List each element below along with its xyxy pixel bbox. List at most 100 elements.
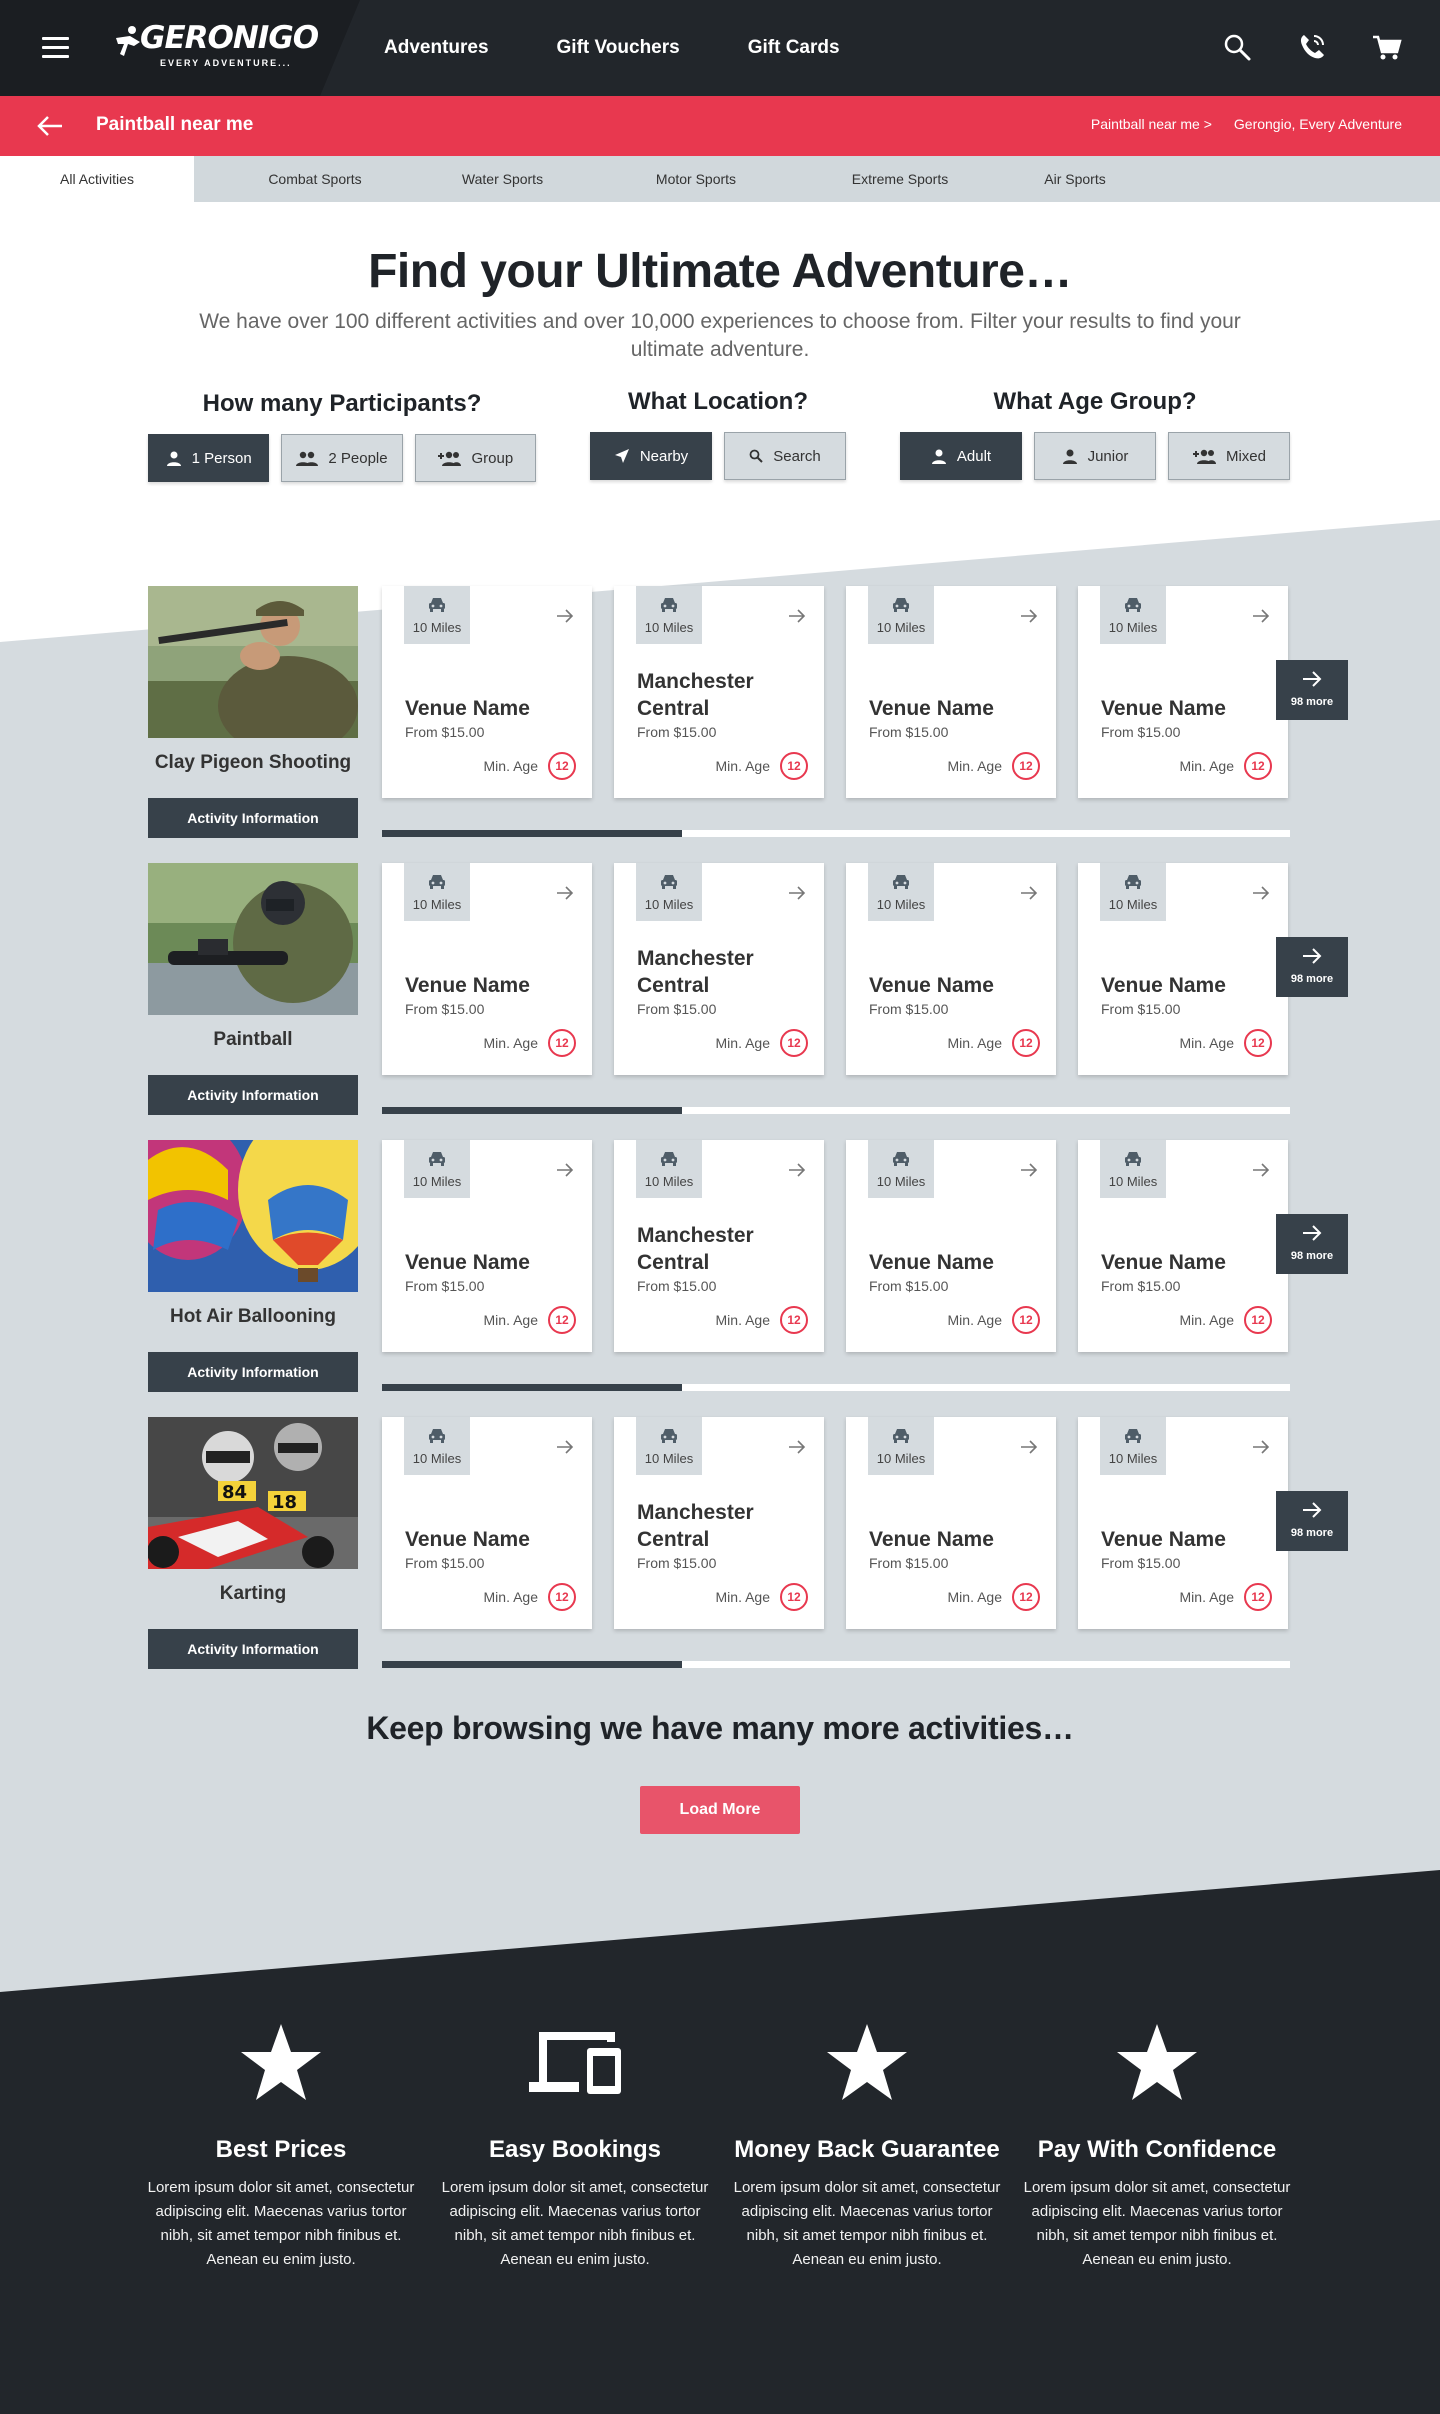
activity-image[interactable] xyxy=(148,586,358,738)
two-people-button[interactable]: 2 People xyxy=(281,434,403,482)
activity-information-button[interactable]: Activity Information xyxy=(148,1629,358,1669)
min-age-badge: 12 xyxy=(780,752,808,780)
distance-badge: 10 Miles xyxy=(404,586,470,644)
min-age-badge: 12 xyxy=(1244,1583,1272,1611)
carousel-scroll-thumb[interactable] xyxy=(382,830,682,837)
tab-water-sports[interactable]: Water Sports xyxy=(430,156,575,202)
distance-badge: 10 Miles xyxy=(868,863,934,921)
venue-card[interactable]: 10 Miles Venue Name From $15.00 Min. Age 12 xyxy=(846,1417,1056,1629)
venue-card[interactable]: 10 Miles Manchester Central From $15.00 Min… xyxy=(614,1417,824,1629)
nearby-button[interactable]: Nearby xyxy=(590,432,712,480)
min-age-badge: 12 xyxy=(780,1583,808,1611)
venue-card[interactable]: 10 Miles Venue Name From $15.00 Min. Age 12 xyxy=(1078,1140,1288,1352)
activity-information-button[interactable]: Activity Information xyxy=(148,1352,358,1392)
junior-button[interactable]: Junior xyxy=(1034,432,1156,480)
min-age-label: Min. Age xyxy=(1179,1312,1234,1328)
min-age-label: Min. Age xyxy=(483,1035,538,1051)
breadcrumb-item[interactable]: Gerongio, Every Adventure xyxy=(1234,116,1402,132)
venue-card[interactable]: 10 Miles Venue Name From $15.00 Min. Age 12 xyxy=(846,586,1056,798)
star-icon xyxy=(241,2024,321,2100)
arrow-right-icon xyxy=(557,609,574,623)
hero-title: Find your Ultimate Adventure… xyxy=(368,245,1072,298)
activity-image[interactable] xyxy=(148,1140,358,1292)
tab-combat-sports[interactable]: Combat Sports xyxy=(240,156,390,202)
venue-price: From $15.00 xyxy=(405,1555,485,1571)
mixed-button[interactable]: Mixed xyxy=(1168,432,1290,480)
carousel-scrollbar[interactable] xyxy=(382,1384,1290,1391)
min-age-badge: 12 xyxy=(780,1306,808,1334)
menu-icon[interactable] xyxy=(42,37,69,59)
carousel-scrollbar[interactable] xyxy=(382,830,1290,837)
search-icon[interactable] xyxy=(1222,32,1252,62)
distance-badge: 10 Miles xyxy=(636,1140,702,1198)
venue-card[interactable]: 10 Miles Venue Name From $15.00 Min. Age 12 xyxy=(382,586,592,798)
more-venues-count: 98 more xyxy=(1290,1250,1334,1262)
venue-card[interactable]: 10 Miles Venue Name From $15.00 Min. Age 12 xyxy=(846,863,1056,1075)
distance-text: 10 Miles xyxy=(876,1174,926,1189)
venue-card[interactable]: 10 Miles Venue Name From $15.00 Min. Age 12 xyxy=(382,1417,592,1629)
venue-card[interactable]: 10 Miles Venue Name From $15.00 Min. Age 12 xyxy=(1078,863,1288,1075)
tab-air-sports[interactable]: Air Sports xyxy=(1030,156,1120,202)
venue-name: Venue Name xyxy=(869,1251,994,1274)
category-tabs: All Activities Combat Sports Water Sport… xyxy=(0,156,1440,202)
venue-name: Venue Name xyxy=(1101,1251,1226,1274)
venue-card[interactable]: 10 Miles Manchester Central From $15.00 Min… xyxy=(614,863,824,1075)
distance-badge: 10 Miles xyxy=(868,1140,934,1198)
venue-card[interactable]: 10 Miles Venue Name From $15.00 Min. Age 12 xyxy=(1078,1417,1288,1629)
arrow-right-icon xyxy=(1303,1502,1322,1518)
breadcrumb-item[interactable]: Paintball near me > xyxy=(1091,116,1212,132)
car-icon xyxy=(893,1152,909,1166)
back-arrow-icon[interactable] xyxy=(36,114,64,138)
activity-row-karting: 84 18 Karting Activity Information 10 Miles V… xyxy=(148,1417,1348,1677)
distance-badge: 10 Miles xyxy=(1100,1417,1166,1475)
venue-card[interactable]: 10 Miles Venue Name From $15.00 Min. Age 12 xyxy=(382,1140,592,1352)
load-more-button[interactable]: Load More xyxy=(640,1786,800,1834)
venue-name: Venue Name xyxy=(869,974,994,997)
venue-card[interactable]: 10 Miles Venue Name From $15.00 Min. Age 12 xyxy=(1078,586,1288,798)
search-location-button[interactable]: Search xyxy=(724,432,846,480)
activity-image[interactable]: 84 18 xyxy=(148,1417,358,1569)
venue-price: From $15.00 xyxy=(1101,1001,1181,1017)
more-venues-button[interactable]: 98 more xyxy=(1276,660,1348,720)
logo[interactable]: GERONIGO EVERY ADVENTURE... xyxy=(112,20,319,72)
min-age-badge: 12 xyxy=(1012,1306,1040,1334)
more-venues-button[interactable]: 98 more xyxy=(1276,1491,1348,1551)
activity-image[interactable] xyxy=(148,863,358,1015)
distance-badge: 10 Miles xyxy=(1100,586,1166,644)
venue-card[interactable]: 10 Miles Venue Name From $15.00 Min. Age 12 xyxy=(382,863,592,1075)
venue-card[interactable]: 10 Miles Manchester Central From $15.00 Min… xyxy=(614,1140,824,1352)
more-venues-button[interactable]: 98 more xyxy=(1276,1214,1348,1274)
nav-gift-cards[interactable]: Gift Cards xyxy=(748,37,840,59)
nav-gift-vouchers[interactable]: Gift Vouchers xyxy=(557,37,680,59)
activity-information-button[interactable]: Activity Information xyxy=(148,798,358,838)
carousel-scroll-thumb[interactable] xyxy=(382,1107,682,1114)
venue-price: From $15.00 xyxy=(637,1278,717,1294)
tab-all-activities[interactable]: All Activities xyxy=(0,156,194,202)
venue-name: Venue Name xyxy=(405,697,530,720)
activity-information-button[interactable]: Activity Information xyxy=(148,1075,358,1115)
group-button[interactable]: Group xyxy=(414,434,536,482)
distance-text: 10 Miles xyxy=(644,1451,694,1466)
min-age-label: Min. Age xyxy=(715,758,770,774)
distance-badge: 10 Miles xyxy=(1100,1140,1166,1198)
car-icon xyxy=(429,598,445,612)
venue-card[interactable]: 10 Miles Manchester Central From $15.00 Min… xyxy=(614,586,824,798)
one-person-button[interactable]: 1 Person xyxy=(148,434,270,482)
distance-text: 10 Miles xyxy=(876,620,926,635)
venue-card[interactable]: 10 Miles Venue Name From $15.00 Min. Age 12 xyxy=(846,1140,1056,1352)
activity-name: Clay Pigeon Shooting xyxy=(154,752,352,773)
more-venues-count: 98 more xyxy=(1290,1527,1334,1539)
carousel-scrollbar[interactable] xyxy=(382,1661,1290,1668)
arrow-right-icon xyxy=(1253,1163,1270,1177)
adult-button[interactable]: Adult xyxy=(900,432,1022,480)
distance-badge: 10 Miles xyxy=(404,863,470,921)
tab-extreme-sports[interactable]: Extreme Sports xyxy=(830,156,970,202)
nav-adventures[interactable]: Adventures xyxy=(384,37,489,59)
carousel-scroll-thumb[interactable] xyxy=(382,1384,682,1391)
more-venues-button[interactable]: 98 more xyxy=(1276,937,1348,997)
carousel-scroll-thumb[interactable] xyxy=(382,1661,682,1668)
phone-icon[interactable] xyxy=(1297,32,1327,62)
cart-icon[interactable] xyxy=(1372,32,1402,62)
carousel-scrollbar[interactable] xyxy=(382,1107,1290,1114)
tab-motor-sports[interactable]: Motor Sports xyxy=(626,156,766,202)
